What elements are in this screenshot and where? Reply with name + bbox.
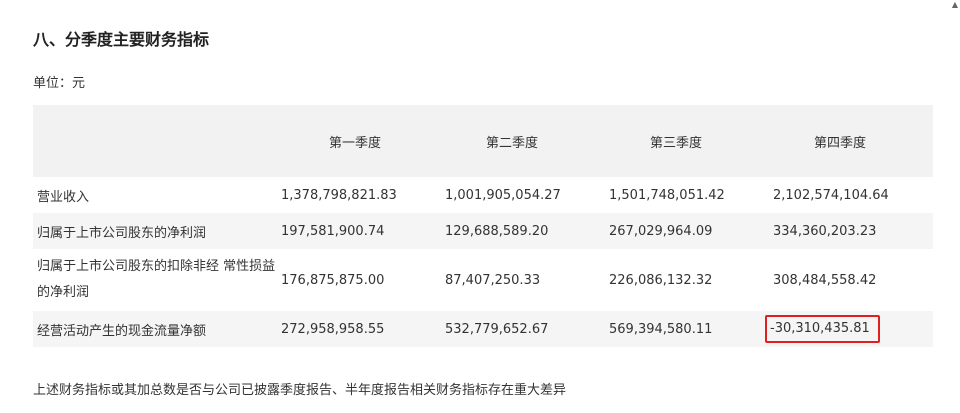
header-q4: 第四季度 [814, 135, 867, 151]
cell-value: 334,360,203.23 [773, 223, 877, 239]
header-q3: 第三季度 [650, 135, 703, 151]
cell-value: 176,875,875.00 [281, 272, 385, 288]
unit-label: 单位：元 [33, 76, 86, 91]
cell-value: 272,958,958.55 [281, 321, 385, 337]
header-q1: 第一季度 [329, 135, 382, 151]
cell-value: 308,484,558.42 [773, 272, 877, 288]
cell-value: 226,086,132.32 [609, 272, 713, 288]
cell-value: 267,029,964.09 [609, 223, 713, 239]
row-label-net-profit-deducted: 归属于上市公司股东的扣除非经 常性损益的净利润 [37, 259, 276, 300]
cell-value: 1,378,798,821.83 [281, 187, 397, 203]
table-row: 经营活动产生的现金流量净额 272,958,958.55 532,779,652… [33, 311, 933, 347]
table-row: 营业收入 1,378,798,821.83 1,001,905,054.27 1… [33, 177, 933, 213]
quarterly-financial-table: 第一季度 第二季度 第三季度 第四季度 营业收入 1,378,798,821.8… [33, 105, 933, 347]
highlight-box: -30,310,435.81 [765, 315, 880, 343]
cell-value: 532,779,652.67 [445, 321, 549, 337]
cell-value-highlighted: -30,310,435.81 [765, 311, 933, 347]
cell-value: 1,501,748,051.42 [609, 187, 725, 203]
row-label-operating-cash-flow: 经营活动产生的现金流量净额 [37, 323, 207, 339]
page: ▲ 八、分季度主要财务指标 单位：元 第一季度 第二季度 第三季度 第四季度 营… [0, 0, 960, 413]
footnote: 上述财务指标或其加总数是否与公司已披露季度报告、半年度报告相关财务指标存在重大差… [33, 383, 567, 398]
cell-value: 129,688,589.20 [445, 223, 549, 239]
header-blank [33, 105, 277, 177]
section-title: 八、分季度主要财务指标 [33, 30, 210, 49]
table-row: 归属于上市公司股东的扣除非经 常性损益的净利润 176,875,875.00 8… [33, 249, 933, 311]
row-label-net-profit: 归属于上市公司股东的净利润 [37, 225, 207, 241]
cell-value: 2,102,574,104.64 [773, 187, 889, 203]
scroll-up-arrow-icon[interactable]: ▲ [952, 0, 958, 9]
table-header-row: 第一季度 第二季度 第三季度 第四季度 [33, 105, 933, 177]
table-row: 归属于上市公司股东的净利润 197,581,900.74 129,688,589… [33, 213, 933, 249]
header-q2: 第二季度 [486, 135, 539, 151]
row-label-revenue: 营业收入 [37, 189, 90, 205]
cell-value: 1,001,905,054.27 [445, 187, 561, 203]
cell-value: 197,581,900.74 [281, 223, 385, 239]
cell-value: 569,394,580.11 [609, 321, 713, 337]
cell-value: 87,407,250.33 [445, 272, 541, 288]
